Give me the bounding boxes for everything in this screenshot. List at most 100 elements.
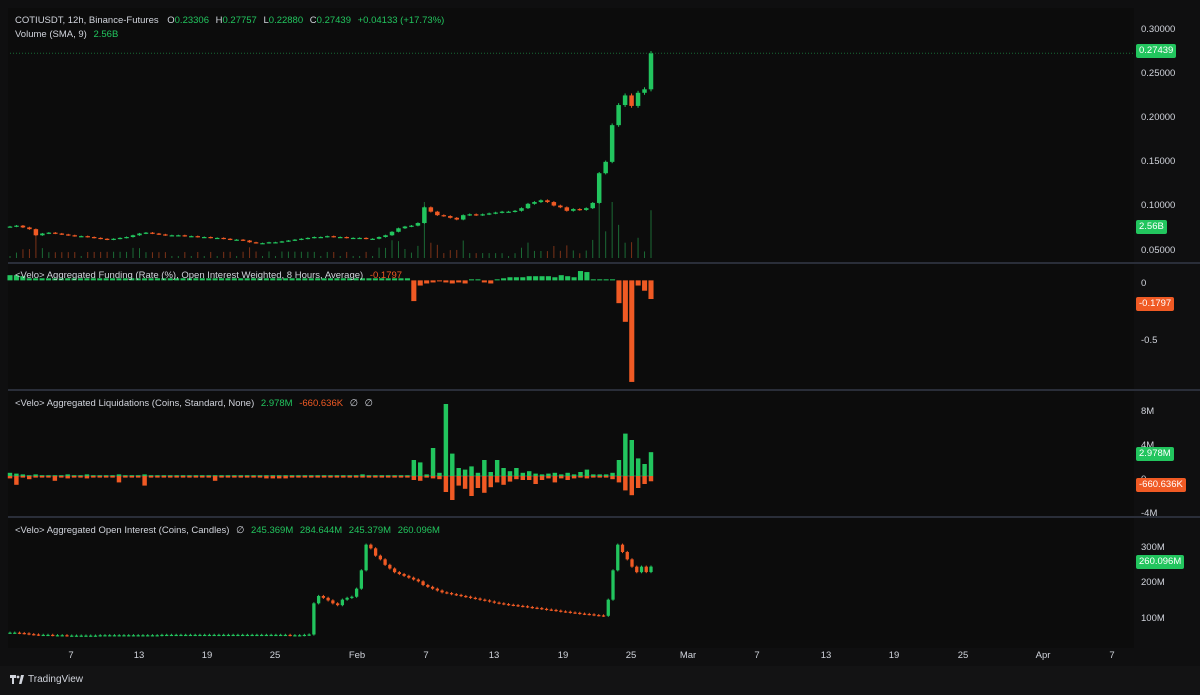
liquidation-long-bar (648, 452, 654, 476)
open-interest-candle (269, 634, 273, 637)
liquidation-short-bar (450, 476, 455, 500)
open-interest-candle (278, 634, 283, 637)
open-interest-candle (169, 634, 174, 637)
volume-bar (572, 250, 574, 258)
liquidation-short-bar (475, 476, 481, 488)
volume-bar (190, 256, 192, 258)
volume-label[interactable]: Volume (SMA, 9) (15, 29, 87, 40)
liquidations-null-1: ∅ (349, 398, 358, 409)
open-interest-candle (122, 635, 126, 637)
volume-bar (87, 252, 89, 258)
liquidation-short-bar (315, 476, 320, 478)
volume-bar (307, 251, 309, 258)
price-candle (532, 202, 537, 204)
open-interest-candle (464, 596, 468, 598)
price-candle (564, 207, 570, 211)
open-interest-candle (150, 635, 155, 637)
liquidation-long-bar (450, 453, 455, 476)
liquidation-long-bar (456, 468, 461, 476)
open-interest-candle (297, 635, 302, 637)
liquidation-short-bar (200, 476, 205, 478)
funding-bar (456, 280, 462, 283)
volume-bar (508, 256, 510, 258)
volume-bar (521, 247, 523, 258)
open-interest-null: ∅ (236, 525, 245, 536)
volume-bar (482, 253, 484, 258)
price-candle (603, 161, 608, 174)
open-interest-candle (283, 634, 288, 637)
price-candle (519, 208, 524, 211)
price-candle (201, 237, 207, 239)
price-candle (448, 216, 453, 218)
liquidation-short-bar (552, 476, 558, 483)
liquidation-short-bar (321, 476, 327, 478)
liquidation-short-bar (591, 476, 596, 478)
liquidation-long-bar (552, 472, 558, 476)
volume-bar (210, 251, 212, 258)
open-interest-candle (445, 592, 449, 594)
liquidation-long-bar (571, 474, 577, 476)
open-interest-low: 245.379M (348, 525, 392, 536)
volume-bar (229, 251, 231, 258)
symbol-label[interactable]: COTIUSDT, 12h, Binance-Futures (15, 15, 159, 26)
liquidation-short-bar (46, 476, 51, 478)
liquidations-legend: <Velo> Aggregated Liquidations (Coins, S… (15, 398, 373, 409)
price-candle (176, 235, 181, 237)
price-candle (20, 225, 26, 228)
open-interest-candle (17, 632, 22, 634)
liquidation-short-bar (610, 476, 615, 480)
funding-bar (417, 280, 423, 286)
liquidation-short-bar (526, 476, 532, 480)
open-interest-title[interactable]: <Velo> Aggregated Open Interest (Coins, … (15, 525, 229, 536)
funding-title[interactable]: <Velo> Aggregated Funding (Rate (%), Ope… (15, 270, 363, 281)
open-interest-candle (521, 605, 525, 608)
volume-bar (132, 247, 134, 258)
liquidation-short-bar (373, 476, 378, 478)
volume-bar (48, 252, 50, 258)
price-candle (33, 229, 39, 236)
time-label: Mar (679, 650, 697, 661)
volume-bar (566, 245, 568, 258)
tradingview-logo[interactable]: TradingView (10, 674, 83, 685)
volume-bar (100, 251, 102, 258)
volume-bar (119, 251, 121, 258)
volume-bar (74, 252, 76, 258)
open-interest-candle (316, 596, 321, 604)
volume-bar (462, 240, 464, 258)
price-candle (454, 217, 460, 220)
price-candle (590, 202, 595, 209)
open-interest-candle (307, 634, 311, 636)
liquidation-short-bar (469, 476, 474, 496)
funding-tick: -0.5 (1141, 335, 1158, 346)
open-interest-candle (563, 611, 568, 613)
open-interest-candle (127, 635, 131, 637)
open-interest-candle (421, 581, 425, 585)
price-candle (66, 234, 71, 236)
funding-bar (501, 278, 507, 281)
price-candle (460, 215, 466, 220)
open-interest-candle (449, 593, 454, 595)
open-label: O (167, 15, 175, 26)
liquidations-title[interactable]: <Velo> Aggregated Liquidations (Coins, S… (15, 398, 254, 409)
funding-legend: <Velo> Aggregated Funding (Rate (%), Ope… (15, 270, 402, 281)
price-candle (312, 237, 317, 239)
funding-bar (635, 280, 641, 286)
price-candle (525, 203, 531, 209)
liquidation-short-bar (418, 476, 423, 481)
open-interest-candle (635, 566, 639, 573)
price-candle (370, 238, 375, 240)
time-label: 19 (201, 650, 213, 661)
volume-bar (268, 251, 270, 258)
volume-bar (320, 256, 322, 258)
open-interest-candle (435, 588, 439, 591)
liquidation-long-bar (610, 472, 615, 476)
liquidation-long-bar (33, 474, 38, 476)
open-interest-candle (468, 596, 473, 598)
open-interest-candle (373, 548, 378, 556)
liquidation-short-bar (559, 476, 564, 479)
open-interest-candle (411, 577, 416, 580)
liquidation-short-bar (514, 476, 519, 480)
open-interest-candle (207, 634, 212, 637)
volume-bar (352, 256, 354, 258)
liquidation-long-bar (462, 469, 468, 476)
